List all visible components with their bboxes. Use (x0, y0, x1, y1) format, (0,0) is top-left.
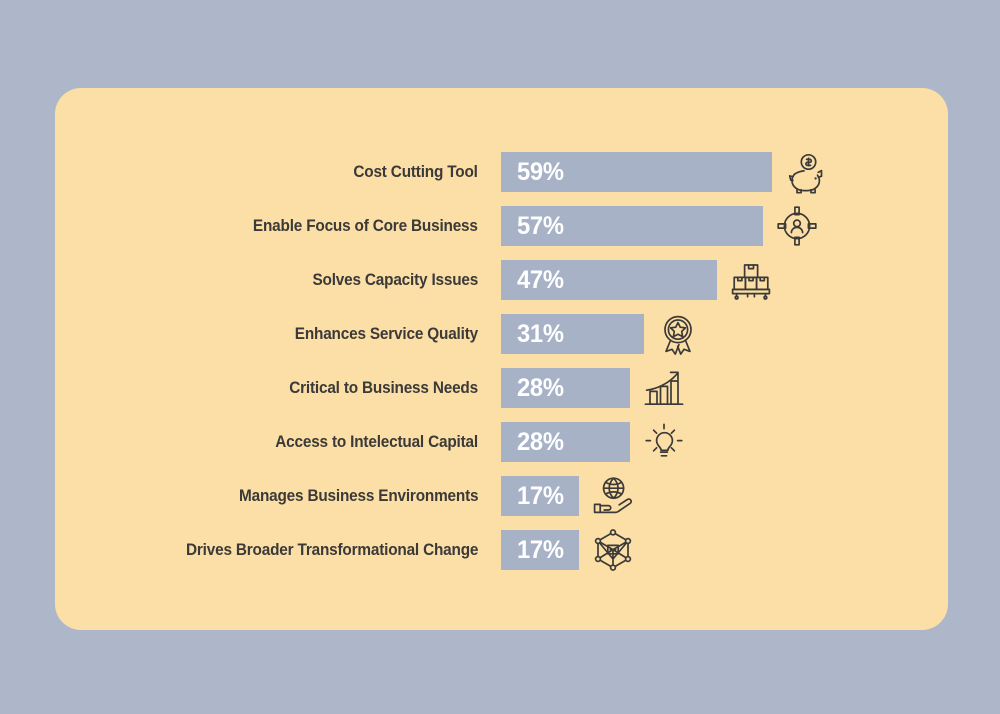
globe-in-hand-icon (589, 472, 637, 520)
bar-2[interactable]: 57% (501, 206, 763, 246)
lightbulb-icon (640, 418, 688, 466)
bar-7[interactable]: 17% (501, 476, 579, 516)
bar-value-label-8: 17% (517, 536, 564, 564)
bar-8[interactable]: 17% (501, 530, 579, 570)
chart-row-1: Cost Cutting Tool 59% (55, 152, 948, 194)
stacked-boxes-icon (727, 256, 775, 304)
bar-value-label-5: 28% (517, 374, 564, 402)
bar-5[interactable]: 28% (501, 368, 630, 408)
bar-value-label-6: 28% (517, 428, 564, 456)
bar-value-label-1: 59% (517, 158, 564, 186)
bar-category-label-4: Enhances Service Quality (294, 325, 478, 343)
chart-row-6: Access to Intelectual Capital 28% (55, 422, 948, 462)
growth-chart-icon (640, 364, 688, 412)
bar-category-label-1: Cost Cutting Tool (353, 163, 479, 181)
bar-category-label-7: Manages Business Environments (238, 487, 479, 505)
bar-category-label-8: Drives Broader Transformational Change (185, 541, 478, 559)
piggy-bank-icon (782, 148, 830, 196)
bar-6[interactable]: 28% (501, 422, 630, 462)
chart-row-3: Solves Capacity Issues 47% (55, 260, 948, 300)
bar-3[interactable]: 47% (501, 260, 717, 300)
award-medal-icon (654, 310, 702, 358)
bar-value-label-3: 47% (517, 266, 564, 294)
bar-category-label-5: Critical to Business Needs (289, 379, 478, 397)
bar-1[interactable]: 59% (501, 152, 772, 192)
chart-card: Cost Cutting Tool 59% Enable Focus of Co… (55, 88, 948, 630)
chart-row-2: Enable Focus of Core Business 57% (55, 206, 948, 246)
bar-category-label-3: Solves Capacity Issues (312, 271, 478, 289)
bar-value-label-7: 17% (517, 482, 564, 510)
chart-canvas: Cost Cutting Tool 59% Enable Focus of Co… (0, 0, 1000, 714)
chart-row-8: Drives Broader Transformational Change 1… (55, 529, 948, 571)
chart-row-4: Enhances Service Quality 31% (55, 314, 948, 355)
chart-row-5: Critical to Business Needs 28% (55, 368, 948, 408)
cube-network-icon (589, 526, 637, 574)
bar-4[interactable]: 31% (501, 314, 644, 354)
bar-category-label-2: Enable Focus of Core Business (253, 217, 478, 235)
bar-value-label-4: 31% (517, 320, 564, 348)
horizontal-bar-chart: Cost Cutting Tool 59% Enable Focus of Co… (55, 88, 948, 630)
bar-category-label-6: Access to Intelectual Capital (275, 433, 478, 451)
chart-row-7: Manages Business Environments 17% (55, 476, 948, 516)
target-person-icon (773, 202, 821, 250)
bar-value-label-2: 57% (517, 212, 564, 240)
